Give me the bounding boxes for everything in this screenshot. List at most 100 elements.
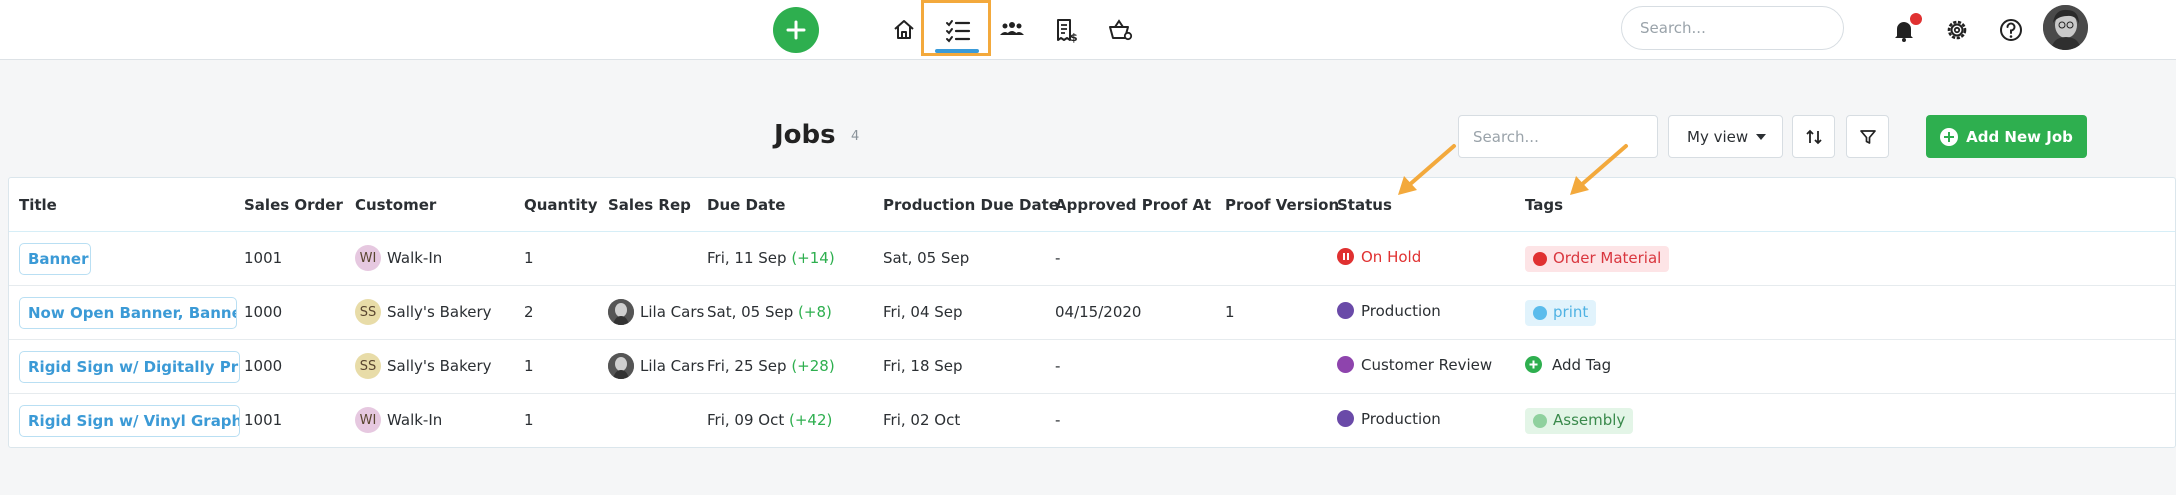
table-row[interactable]: Now Open Banner, Banner 1000 SS Sally's … — [9, 286, 2175, 340]
plus-circle-icon — [1940, 127, 1959, 146]
add-tag-icon[interactable] — [1525, 356, 1542, 373]
quantity-cell: 2 — [524, 303, 534, 321]
people-icon — [1000, 22, 1024, 35]
nav-invoices[interactable]: $ — [1046, 10, 1086, 50]
global-search-input[interactable] — [1621, 6, 1844, 50]
column-header-due-date[interactable]: Due Date — [707, 196, 785, 214]
job-title-link[interactable]: Rigid Sign w/ Digitally Print — [19, 351, 240, 383]
sales-rep-avatar — [608, 299, 634, 325]
proof-version-cell: 1 — [1225, 303, 1235, 321]
column-header-sales-order[interactable]: Sales Order — [244, 196, 343, 214]
status-label[interactable]: Production — [1361, 410, 1441, 428]
due-offset: (+42) — [788, 411, 833, 429]
sales-rep-name: Lila Cars — [640, 303, 704, 321]
view-selector[interactable]: My view — [1668, 115, 1783, 158]
table-row[interactable]: Rigid Sign w/ Vinyl Graphics 1001 WI Wal… — [9, 394, 2175, 448]
active-nav-highlight — [921, 0, 991, 56]
tag-label: Order Material — [1553, 249, 1662, 267]
status-color-dot — [1337, 356, 1354, 373]
status-annotation-arrow — [1398, 144, 1456, 195]
nav-customers[interactable] — [992, 10, 1032, 50]
tag-color-dot — [1533, 414, 1547, 428]
due-date-cell: Fri, 09 Oct (+42) — [707, 411, 832, 429]
sales-order-cell: 1001 — [244, 411, 283, 429]
add-tag-button[interactable]: Add Tag — [1552, 356, 1611, 374]
due-offset: (+8) — [798, 303, 832, 321]
status-label[interactable]: Production — [1361, 302, 1441, 320]
column-header-quantity[interactable]: Quantity — [524, 196, 598, 214]
add-new-job-label: Add New Job — [1966, 127, 2073, 146]
customer-avatar: WI — [355, 245, 381, 271]
settings-button[interactable] — [1937, 10, 1977, 50]
status-label[interactable]: Customer Review — [1361, 356, 1492, 374]
page-title: Jobs — [774, 120, 836, 150]
filter-button[interactable] — [1846, 115, 1889, 158]
job-title-link[interactable]: Rigid Sign w/ Vinyl Graphics — [19, 405, 240, 437]
view-selector-label: My view — [1687, 127, 1749, 146]
customer-name[interactable]: Sally's Bakery — [387, 357, 492, 375]
approved-proof-cell: 04/15/2020 — [1055, 303, 1142, 321]
notification-badge — [1910, 13, 1922, 25]
column-header-proof-version[interactable]: Proof Version — [1225, 196, 1339, 214]
active-nav-underline — [935, 49, 979, 53]
filter-icon — [1859, 129, 1876, 144]
approved-proof-cell: - — [1055, 357, 1061, 375]
nav-home[interactable] — [884, 10, 924, 50]
job-title-link[interactable]: Banner — [19, 243, 91, 275]
column-header-status[interactable]: Status — [1337, 196, 1392, 214]
due-date: Fri, 25 Sep — [707, 357, 787, 375]
sales-rep-name: Lila Cars — [640, 357, 704, 375]
sales-order-cell: 1001 — [244, 249, 283, 267]
table-header: Title Sales Order Customer Quantity Sale… — [9, 178, 2175, 232]
sales-order-cell: 1000 — [244, 357, 283, 375]
column-header-tags[interactable]: Tags — [1525, 196, 1563, 214]
status-color-dot — [1337, 410, 1354, 427]
customer-name[interactable]: Walk-In — [387, 249, 442, 267]
help-button[interactable] — [1991, 10, 2031, 50]
quantity-cell: 1 — [524, 357, 534, 375]
due-date: Fri, 09 Oct — [707, 411, 785, 429]
create-new-button[interactable] — [773, 7, 819, 53]
tag-label: print — [1553, 303, 1589, 321]
due-date: Fri, 11 Sep — [707, 249, 787, 267]
due-date-cell: Fri, 11 Sep (+14) — [707, 249, 835, 267]
tag-chip[interactable]: print — [1525, 300, 1597, 326]
jobs-table: Title Sales Order Customer Quantity Sale… — [8, 177, 2176, 448]
tags-annotation-arrow — [1570, 144, 1628, 195]
customer-name[interactable]: Walk-In — [387, 411, 442, 429]
table-row[interactable]: Rigid Sign w/ Digitally Print 1000 SS Sa… — [9, 340, 2175, 394]
basket-icon — [1109, 19, 1133, 41]
quantity-cell: 1 — [524, 249, 534, 267]
nav-products[interactable] — [1100, 10, 1140, 50]
home-icon — [894, 20, 914, 39]
due-offset: (+14) — [791, 249, 835, 267]
job-count-badge: 4 — [851, 129, 860, 144]
tag-label: Assembly — [1553, 411, 1626, 429]
sort-button[interactable] — [1792, 115, 1835, 158]
column-header-approved-proof-at[interactable]: Approved Proof At — [1055, 196, 1211, 214]
customer-avatar: WI — [355, 407, 381, 433]
due-date-cell: Sat, 05 Sep (+8) — [707, 303, 832, 321]
column-header-production-due-date[interactable]: Production Due Date — [883, 196, 1059, 214]
tag-chip[interactable]: Order Material — [1525, 246, 1670, 272]
job-title-link[interactable]: Now Open Banner, Banner — [19, 297, 237, 329]
top-navigation-bar: $ — [0, 0, 2176, 60]
tag-chip[interactable]: Assembly — [1525, 408, 1634, 434]
tag-color-dot — [1533, 252, 1547, 266]
add-new-job-button[interactable]: Add New Job — [1926, 115, 2087, 158]
column-header-sales-rep[interactable]: Sales Rep — [608, 196, 691, 214]
sales-rep-avatar — [608, 353, 634, 379]
status-label[interactable]: On Hold — [1361, 248, 1421, 266]
status-color-dot — [1337, 302, 1354, 319]
production-due-cell: Fri, 18 Sep — [883, 357, 963, 375]
column-header-customer[interactable]: Customer — [355, 196, 436, 214]
table-row[interactable]: Banner 1001 WI Walk-In 1 Fri, 11 Sep (+1… — [9, 232, 2175, 286]
customer-name[interactable]: Sally's Bakery — [387, 303, 492, 321]
tag-color-dot — [1533, 306, 1547, 320]
column-header-title[interactable]: Title — [19, 196, 57, 214]
caret-down-icon — [1756, 134, 1766, 140]
svg-text:$: $ — [1070, 31, 1078, 44]
pause-status-icon — [1337, 248, 1354, 265]
quantity-cell: 1 — [524, 411, 534, 429]
user-avatar[interactable] — [2043, 5, 2088, 50]
